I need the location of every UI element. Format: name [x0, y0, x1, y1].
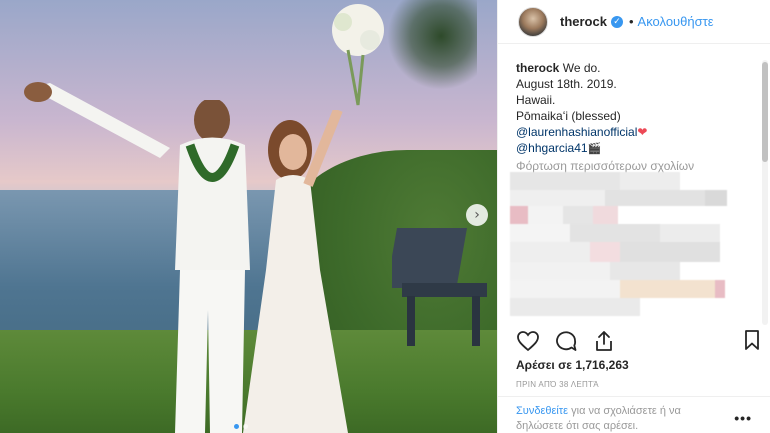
next-photo-button[interactable]: ›	[466, 204, 488, 226]
carousel-dot	[243, 424, 248, 429]
heart-emoji-icon: ❤	[637, 125, 648, 139]
mention-link[interactable]: @hhgarcia41	[516, 141, 588, 155]
divider	[498, 396, 770, 397]
caption-line-1: We do.	[562, 61, 601, 75]
mention-link[interactable]: @laurenhashianofficial	[516, 125, 637, 139]
clapper-emoji-icon: 🎬	[587, 142, 602, 155]
post-photo: ›	[0, 0, 497, 433]
bookmark-icon[interactable]	[740, 328, 764, 352]
bride-figure	[243, 110, 348, 433]
post-header: therock ✓ • Ακολουθήστε	[498, 0, 770, 44]
more-options-icon[interactable]: •••	[734, 410, 752, 426]
caption-line-3: Hawaii.	[516, 93, 556, 107]
adirondack-chair	[392, 228, 487, 346]
carousel-dot	[234, 424, 239, 429]
heart-icon[interactable]	[516, 329, 540, 353]
header-separator: •	[628, 14, 634, 29]
caption-line-2: August 18th. 2019.	[516, 77, 617, 91]
scrollbar-thumb[interactable]	[762, 62, 768, 162]
verified-badge-icon: ✓	[610, 15, 623, 28]
groom-arm	[24, 82, 170, 158]
caption-block: therock We do. August 18th. 2019. Hawaii…	[516, 60, 766, 174]
comments-scrollbar[interactable]	[762, 60, 768, 325]
palm-tree	[387, 0, 477, 90]
share-icon[interactable]	[592, 329, 616, 353]
login-prompt: Συνδεθείτε για να σχολιάσετε ή να δηλώσε…	[516, 404, 726, 433]
header-username[interactable]: therock	[560, 14, 607, 29]
post-sidebar: therock ✓ • Ακολουθήστε therock We do. A…	[497, 0, 770, 433]
caption-mention-line-1: @laurenhashianofficial❤	[516, 124, 766, 140]
login-link[interactable]: Συνδεθείτε	[516, 405, 568, 417]
caption-username[interactable]: therock	[516, 61, 559, 75]
caption-first-line: therock We do.	[516, 60, 766, 76]
redacted-comments	[510, 172, 750, 322]
post-timestamp: ΠΡΙΝ ΑΠΌ 38 ΛΕΠΤΆ	[516, 380, 599, 389]
follow-button[interactable]: Ακολουθήστε	[638, 14, 714, 29]
carousel-dots	[234, 424, 248, 429]
avatar[interactable]	[518, 6, 548, 37]
caption-mention-line-2: @hhgarcia41🎬	[516, 140, 766, 157]
action-bar	[516, 328, 759, 354]
caption-line-4: Pōmaikaʻi (blessed)	[516, 109, 621, 123]
bouquet	[332, 4, 384, 106]
comment-icon[interactable]	[554, 329, 578, 353]
likes-count[interactable]: Αρέσει σε 1,716,263	[516, 358, 629, 372]
